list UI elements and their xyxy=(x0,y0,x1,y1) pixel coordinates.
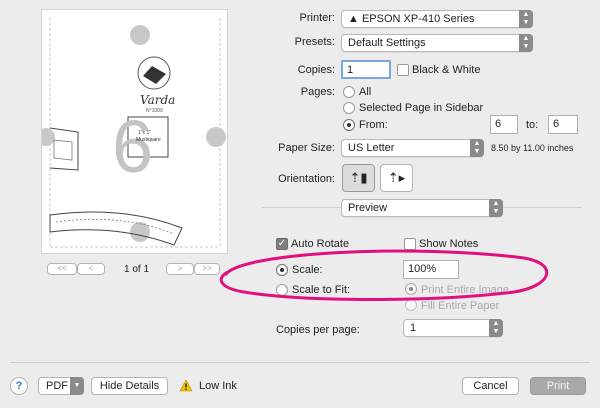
printer-select[interactable]: ▲ EPSON XP-410 Series ▲ ▼ xyxy=(341,10,533,28)
paper-size-label: Paper Size: xyxy=(278,142,335,154)
highlight-annotation xyxy=(219,249,549,301)
pages-all-label: All xyxy=(359,86,372,98)
orientation-label: Orientation: xyxy=(278,173,335,185)
preview-big-number: 6 xyxy=(112,105,154,188)
pages-all-radio[interactable] xyxy=(343,86,355,98)
presets-value: Default Settings xyxy=(348,37,426,49)
pdf-menu-button[interactable]: PDF ▼ xyxy=(38,377,84,395)
warning-icon xyxy=(179,379,193,392)
paper-size-select[interactable]: US Letter ▲ ▼ xyxy=(341,139,484,157)
black-white-checkbox[interactable] xyxy=(397,64,409,76)
chevron-updown-icon: ▲ ▼ xyxy=(489,319,503,337)
chevron-updown-icon: ▲ ▼ xyxy=(489,199,503,217)
portrait-orientation-icon: ⇡▮ xyxy=(349,170,368,185)
chevron-updown-icon: ▲ ▼ xyxy=(519,34,533,52)
to-page-field[interactable]: 6 xyxy=(548,115,578,134)
black-white-label: Black & White xyxy=(412,64,481,76)
presets-select[interactable]: Default Settings ▲ ▼ xyxy=(341,34,533,52)
page-indicator: 1 of 1 xyxy=(124,264,150,275)
section-value: Preview xyxy=(348,202,388,214)
to-label: to: xyxy=(526,119,539,131)
pages-label: Pages: xyxy=(300,86,335,98)
hide-details-button[interactable]: Hide Details xyxy=(91,377,168,395)
pages-selected-label: Selected Page in Sidebar xyxy=(359,102,484,114)
chevron-updown-icon: ▲ ▼ xyxy=(470,139,484,157)
presets-label: Presets: xyxy=(294,36,335,48)
copies-per-page-select[interactable]: 1 ▲ ▼ xyxy=(403,319,503,337)
printer-value: ▲ EPSON XP-410 Series xyxy=(348,13,475,25)
registration-dot xyxy=(130,25,150,45)
copies-per-page-label: Copies per page: xyxy=(276,324,360,336)
footer-divider xyxy=(10,362,590,363)
landscape-orientation-icon: ⇡▸ xyxy=(387,170,406,185)
chevron-updown-icon: ▲ ▼ xyxy=(519,10,533,28)
paper-size-value: US Letter xyxy=(348,142,395,154)
orientation-landscape-button[interactable]: ⇡▸ xyxy=(380,164,413,192)
print-button[interactable]: Print xyxy=(530,377,586,395)
pages-from-radio[interactable] xyxy=(343,119,355,131)
help-button[interactable]: ? xyxy=(10,377,28,395)
printer-label: Printer: xyxy=(299,12,335,24)
pages-from-label: From: xyxy=(359,119,388,131)
preview-box-sublabel: Mustiquare xyxy=(136,137,161,143)
low-ink-label: Low Ink xyxy=(199,380,237,392)
paper-dimensions: 8.50 by 11.00 inches xyxy=(491,143,574,153)
pdf-label: PDF xyxy=(46,380,68,392)
preview-prev-page-button[interactable]: < xyxy=(77,263,105,275)
print-preview-page: Varda N°1009 6 1"x 1" Mustiquare xyxy=(41,9,228,254)
preview-next-page-button[interactable]: > xyxy=(166,263,194,275)
section-select[interactable]: Preview ▲ ▼ xyxy=(341,199,503,217)
orientation-portrait-button[interactable]: ⇡▮ xyxy=(342,164,375,192)
from-page-field[interactable]: 6 xyxy=(490,115,518,134)
registration-dot xyxy=(130,222,150,242)
copies-field[interactable]: 1 xyxy=(341,60,391,79)
pages-selected-radio[interactable] xyxy=(343,102,355,114)
copies-label: Copies: xyxy=(297,64,335,76)
cancel-button[interactable]: Cancel xyxy=(462,377,519,395)
preview-first-page-button[interactable]: << xyxy=(47,263,77,275)
chevron-down-icon: ▼ xyxy=(70,377,84,395)
copies-per-page-value: 1 xyxy=(410,322,417,334)
preview-box-label: 1"x 1" xyxy=(138,130,152,136)
registration-dot xyxy=(42,128,55,146)
registration-dot xyxy=(206,127,226,147)
